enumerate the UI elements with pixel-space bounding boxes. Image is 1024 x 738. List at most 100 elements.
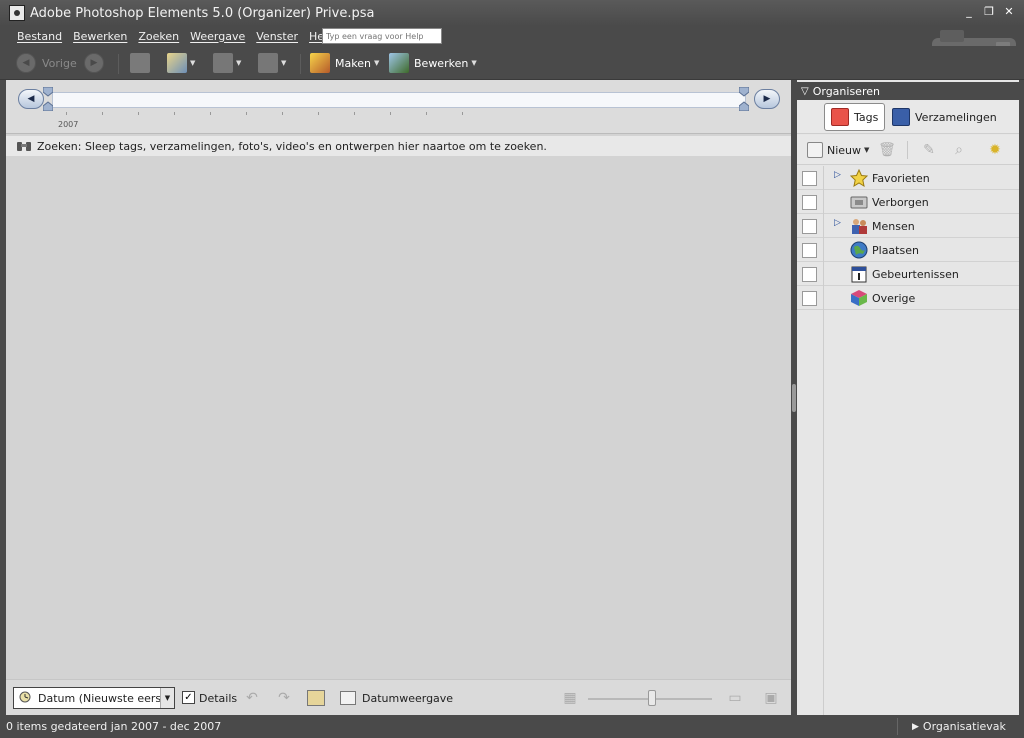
search-drop-zone[interactable]: Zoeken: Sleep tags, verzamelingen, foto'… — [6, 136, 791, 156]
search-hint-text: Zoeken: Sleep tags, verzamelingen, foto'… — [37, 139, 547, 153]
tab-tags[interactable]: Tags — [824, 103, 886, 131]
back-arrow-icon: ◀ — [16, 53, 36, 73]
details-checkbox[interactable]: ✓ — [182, 691, 195, 704]
status-text: 0 items gedateerd jan 2007 - dec 2007 — [6, 720, 222, 733]
timeline-left-button[interactable]: ◀ — [18, 89, 44, 109]
timeline[interactable]: ◀ ▶ 2007 — [6, 80, 791, 134]
help-search-input[interactable] — [322, 28, 442, 44]
minimize-button[interactable]: _ — [962, 5, 976, 19]
splitter-handle[interactable] — [792, 384, 796, 412]
window-controls: _ ❐ ✕ — [962, 5, 1016, 19]
menu-bewerken[interactable]: Bewerken — [73, 30, 127, 43]
tag-row-mensen[interactable]: ▷ Mensen — [797, 214, 1019, 238]
new-label: Nieuw — [827, 143, 862, 157]
share-button[interactable]: ▼ — [258, 52, 286, 74]
tag-label: Gebeurtenissen — [872, 268, 959, 281]
create-label: Maken — [335, 56, 371, 70]
get-photos-icon — [167, 53, 187, 73]
printer-icon — [130, 53, 150, 73]
timeline-tick — [138, 112, 139, 115]
tag-row-plaatsen[interactable]: Plaatsen — [797, 238, 1019, 262]
timeline-tick — [462, 112, 463, 115]
rotate-left-icon[interactable]: ↶ — [244, 690, 260, 706]
timeline-start-handle[interactable] — [43, 87, 53, 111]
tab-tags-label: Tags — [854, 110, 879, 124]
chevron-down-icon: ▼ — [373, 59, 380, 67]
photo-grid[interactable] — [6, 156, 791, 679]
trash-icon[interactable]: 🗑 — [878, 141, 896, 159]
tag-row-overige[interactable]: Overige — [797, 286, 1019, 310]
timeline-tick — [246, 112, 247, 115]
pencil-icon[interactable]: ✎ — [920, 141, 938, 159]
menu-bestand[interactable]: Bestand — [17, 30, 62, 43]
single-photo-icon[interactable]: ▭ — [726, 690, 744, 706]
tag-checkbox[interactable] — [802, 291, 817, 306]
timeline-tick — [210, 112, 211, 115]
lightbulb-icon[interactable]: ✹ — [986, 141, 1004, 159]
panel-header[interactable]: ▽ Organiseren — [797, 82, 1019, 100]
expand-triangle-icon: ▶ — [912, 721, 919, 732]
find-icon[interactable]: ⌕ — [950, 141, 968, 159]
tag-label: Mensen — [872, 220, 915, 233]
timeline-tick — [426, 112, 427, 115]
photo-browser: ◀ ▶ 2007 Zoeken: Sleep tags, verzameling… — [6, 80, 791, 715]
menu-zoeken[interactable]: Zoeken — [138, 30, 179, 43]
toolbar-divider — [300, 54, 301, 74]
expand-triangle-icon[interactable]: ▷ — [834, 218, 841, 228]
tag-checkbox[interactable] — [802, 219, 817, 234]
tab-collections-label: Verzamelingen — [915, 110, 997, 124]
menu-weergave[interactable]: Weergave — [190, 30, 245, 43]
restore-button[interactable]: ❐ — [982, 5, 996, 19]
forward-button[interactable]: ▶ — [84, 52, 104, 74]
create-button[interactable]: Maken ▼ — [310, 52, 379, 74]
rotate-button[interactable]: ▼ — [213, 52, 241, 74]
timeline-year-label: 2007 — [58, 120, 79, 129]
timeline-track[interactable] — [52, 92, 746, 108]
timeline-right-button[interactable]: ▶ — [754, 89, 780, 109]
grid-small-icon[interactable]: ▦ — [562, 690, 578, 706]
edit-label: Bewerken — [414, 56, 469, 70]
slider-thumb[interactable] — [648, 690, 656, 706]
stack-icon[interactable] — [307, 690, 325, 706]
sort-order-value: Datum (Nieuwste eerst) — [38, 691, 170, 705]
tag-checkbox[interactable] — [802, 171, 817, 186]
timeline-tick — [318, 112, 319, 115]
tag-checkbox[interactable] — [802, 195, 817, 210]
close-button[interactable]: ✕ — [1002, 5, 1016, 19]
back-button[interactable]: ◀ Vorige — [16, 52, 77, 74]
organize-bin-label: Organisatievak — [922, 720, 1006, 733]
calendar-icon[interactable] — [340, 691, 356, 705]
sort-order-select[interactable]: Datum (Nieuwste eerst) ▼ — [13, 687, 175, 709]
status-bar: 0 items gedateerd jan 2007 - dec 2007 ▶ … — [0, 715, 1024, 738]
tag-row-gebeurtenissen[interactable]: Gebeurtenissen — [797, 262, 1019, 286]
globe-icon — [850, 241, 868, 259]
cube-icon — [851, 290, 867, 306]
status-divider — [897, 718, 898, 735]
edit-button[interactable]: Bewerken ▼ — [389, 52, 477, 74]
timeline-end-handle[interactable] — [739, 87, 749, 111]
tag-row-favorieten[interactable]: ▷ Favorieten — [797, 166, 1019, 190]
tag-label: Overige — [872, 292, 916, 305]
new-button[interactable]: Nieuw ▼ — [807, 140, 869, 160]
chevron-down-icon: ▼ — [160, 688, 174, 708]
menu-venster[interactable]: Venster — [256, 30, 298, 43]
menu-bar: Bestand Bewerken Zoeken Weergave Venster… — [0, 26, 1024, 46]
row-divider — [823, 166, 824, 190]
expand-triangle-icon[interactable]: ▷ — [834, 170, 841, 180]
share-icon — [258, 53, 278, 73]
print-button[interactable] — [130, 52, 150, 74]
title-bar: Adobe Photoshop Elements 5.0 (Organizer)… — [0, 0, 1024, 26]
tag-checkbox[interactable] — [802, 267, 817, 282]
full-screen-icon[interactable]: ▣ — [763, 690, 779, 706]
tag-checkbox[interactable] — [802, 243, 817, 258]
date-view-button[interactable]: Datumweergave — [362, 692, 453, 705]
toolbar-divider — [118, 54, 119, 74]
tab-collections[interactable]: Verzamelingen — [886, 103, 1003, 131]
tag-row-verborgen[interactable]: Verborgen — [797, 190, 1019, 214]
get-photos-button[interactable]: ▼ — [167, 52, 195, 74]
rotate-right-icon[interactable]: ↷ — [276, 690, 292, 706]
row-divider — [823, 238, 824, 262]
organize-bin-toggle[interactable]: ▶ Organisatievak — [912, 720, 1006, 733]
create-icon — [310, 53, 330, 73]
forward-arrow-icon: ▶ — [84, 53, 104, 73]
